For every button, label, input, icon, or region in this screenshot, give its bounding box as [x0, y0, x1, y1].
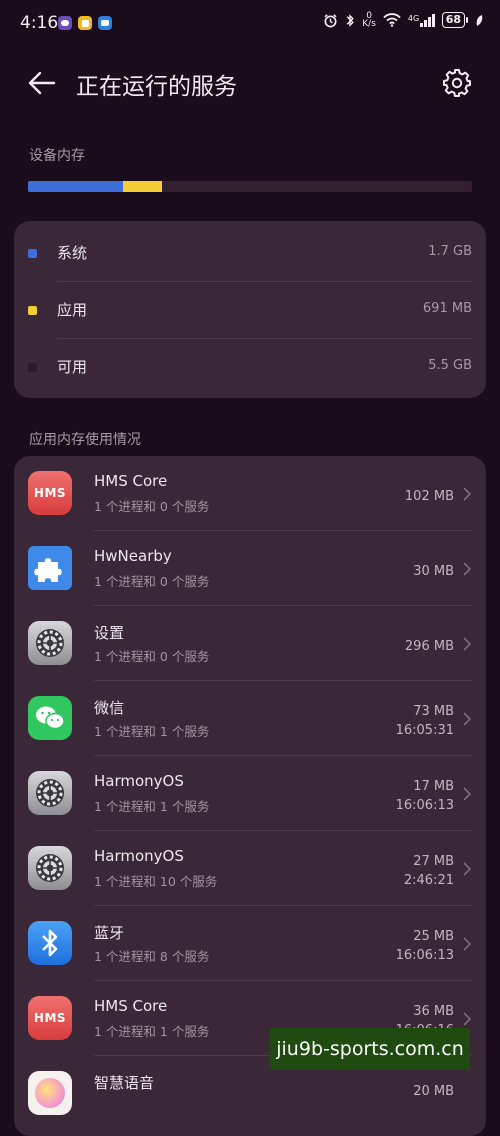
app-process-info: 1 个进程和 1 个服务 [94, 799, 210, 814]
app-row-harmonyos[interactable]: HarmonyOS 1 个进程和 1 个服务 17 MB 16:06:13 [14, 756, 486, 831]
memory-usage-bar [28, 181, 472, 192]
app-process-info: 1 个进程和 1 个服务 [94, 724, 210, 739]
chevron-right-icon [463, 562, 472, 576]
puzzle-icon [28, 546, 72, 590]
cellular-type-label: 4G [407, 13, 420, 23]
network-speed: 0 K/s [362, 12, 376, 29]
app-row-harmonyos[interactable]: HarmonyOS 1 个进程和 10 个服务 27 MB 2:46:21 [14, 831, 486, 906]
chevron-right-icon [463, 637, 472, 651]
back-arrow-icon[interactable] [26, 67, 58, 99]
app-name: HarmonyOS [94, 847, 184, 865]
chevron-right-icon [463, 712, 472, 726]
hms-icon: HMS [28, 471, 72, 515]
status-bar: 4:16 0 K/s 4G 68 [0, 0, 500, 50]
bluetooth-status-icon [346, 13, 355, 27]
app-running-time: 16:06:13 [395, 948, 454, 963]
hms-icon: HMS [28, 996, 72, 1040]
legend-row-available: 可用 5.5 GB [14, 339, 486, 395]
app-memory-size: 27 MB [413, 854, 454, 869]
status-icons: 0 K/s 4G 68 [323, 12, 484, 29]
memory-legend-card: 系统 1.7 GB 应用 691 MB 可用 5.5 GB [14, 221, 486, 398]
legend-color-swatch [28, 249, 37, 258]
app-memory-size: 102 MB [404, 489, 454, 504]
legend-label: 应用 [57, 301, 88, 319]
settings-gear-icon [28, 846, 72, 890]
notification-app-icon [98, 16, 112, 30]
wechat-icon [28, 696, 72, 740]
legend-label: 系统 [57, 244, 88, 262]
bluetooth-icon [28, 921, 72, 965]
chevron-right-icon [463, 487, 472, 501]
legend-row-apps: 应用 691 MB [14, 282, 486, 338]
alarm-icon [324, 13, 337, 27]
app-process-info: 1 个进程和 0 个服务 [94, 499, 210, 514]
app-name: HarmonyOS [94, 772, 184, 790]
legend-color-swatch [28, 306, 37, 315]
legend-value: 1.7 GB [428, 244, 472, 259]
app-memory-size: 30 MB [413, 564, 454, 579]
app-memory-size: 73 MB [413, 704, 454, 719]
voice-assistant-icon [28, 1071, 72, 1115]
app-memory-size: 25 MB [413, 929, 454, 944]
memory-bar-apps [123, 181, 162, 192]
settings-gear-icon [28, 771, 72, 815]
app-process-info: 1 个进程和 8 个服务 [94, 949, 210, 964]
app-running-time: 2:46:21 [403, 873, 454, 888]
app-name: HwNearby [94, 547, 172, 565]
device-memory-label: 设备内存 [29, 148, 85, 164]
app-row-wechat[interactable]: 微信 1 个进程和 1 个服务 73 MB 16:05:31 [14, 681, 486, 756]
legend-row-system: 系统 1.7 GB [14, 225, 486, 281]
app-name: HMS Core [94, 997, 168, 1015]
gear-icon[interactable] [442, 68, 472, 98]
app-row-hwnearby[interactable]: HwNearby 1 个进程和 0 个服务 30 MB [14, 531, 486, 606]
app-name: 蓝牙 [94, 924, 125, 942]
page-title: 正在运行的服务 [76, 74, 237, 100]
app-memory-label: 应用内存使用情况 [29, 432, 141, 448]
legend-label: 可用 [57, 358, 88, 376]
app-name: 微信 [94, 699, 125, 717]
chevron-right-icon [463, 862, 472, 876]
network-speed-unit: K/s [362, 19, 376, 29]
watermark-banner: jiu9b-sports.com.cn [270, 1028, 470, 1070]
charging-leaf-icon [476, 14, 483, 26]
battery-level: 68 [441, 12, 465, 28]
battery-indicator: 68 [441, 12, 468, 28]
app-memory-size: 20 MB [413, 1084, 454, 1099]
notification-app-icon [78, 16, 92, 30]
app-name: HMS Core [94, 472, 168, 490]
signal-bars-icon [420, 13, 435, 27]
wifi-icon [383, 13, 401, 27]
status-time: 4:16 [20, 13, 59, 33]
app-row-bluetooth[interactable]: 蓝牙 1 个进程和 8 个服务 25 MB 16:06:13 [14, 906, 486, 981]
app-row-hms-core[interactable]: HMS HMS Core 1 个进程和 0 个服务 102 MB [14, 456, 486, 531]
app-memory-size: 17 MB [413, 779, 454, 794]
cellular-signal: 4G [407, 13, 435, 27]
legend-value: 5.5 GB [428, 358, 472, 373]
notification-app-icon [58, 16, 72, 30]
chevron-right-icon [463, 1012, 472, 1026]
app-name: 智慧语音 [94, 1074, 155, 1092]
settings-gear-icon [28, 621, 72, 665]
app-running-time: 16:05:31 [395, 723, 454, 738]
notification-icons [58, 16, 112, 30]
chevron-right-icon [463, 787, 472, 801]
chevron-right-icon [463, 937, 472, 951]
app-row-settings[interactable]: 设置 1 个进程和 0 个服务 296 MB [14, 606, 486, 681]
app-process-info: 1 个进程和 0 个服务 [94, 574, 210, 589]
app-process-info: 1 个进程和 0 个服务 [94, 649, 210, 664]
legend-value: 691 MB [422, 301, 472, 316]
app-memory-size: 296 MB [404, 639, 454, 654]
app-bar: 正在运行的服务 [0, 55, 500, 111]
memory-bar-system [28, 181, 124, 192]
app-process-info: 1 个进程和 10 个服务 [94, 874, 218, 889]
app-process-info: 1 个进程和 1 个服务 [94, 1024, 210, 1039]
legend-color-swatch [28, 363, 37, 372]
app-memory-size: 36 MB [413, 1004, 454, 1019]
app-name: 设置 [94, 624, 125, 642]
app-running-time: 16:06:13 [395, 798, 454, 813]
